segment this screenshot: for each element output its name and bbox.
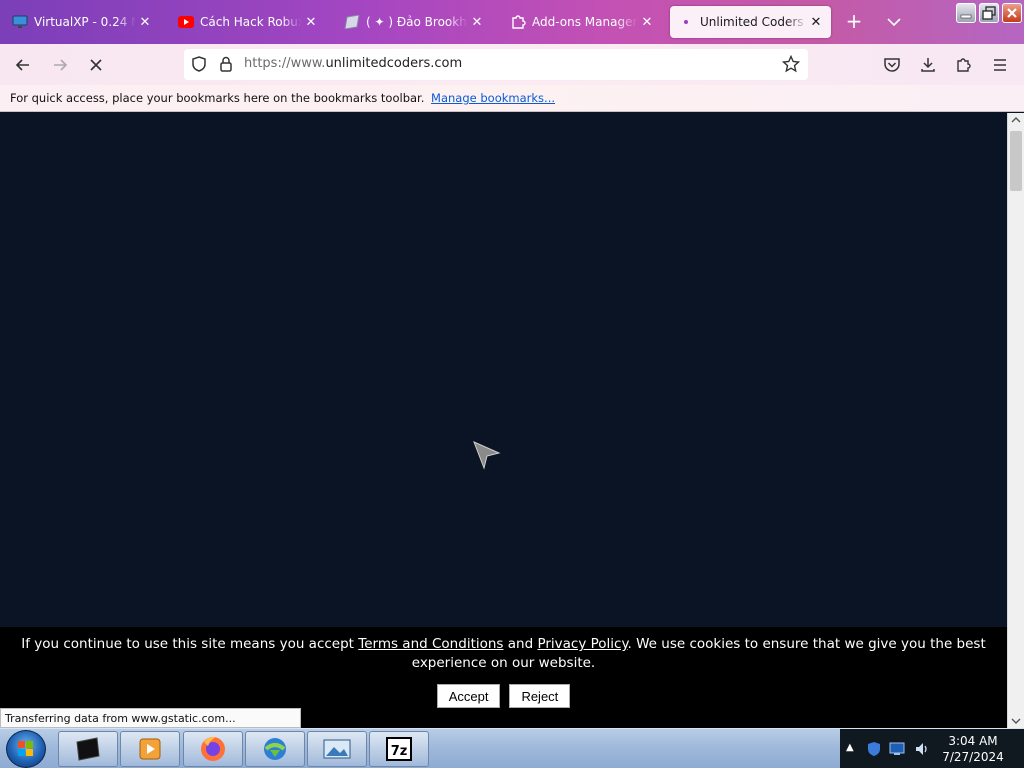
tab-brookhaven[interactable]: ( ✦ ) Đảo Brookhaven ✕ xyxy=(336,6,492,38)
chevron-down-icon xyxy=(887,18,901,27)
downloads-button[interactable] xyxy=(915,52,941,78)
close-tab-icon[interactable]: ✕ xyxy=(640,15,654,30)
puzzle-icon xyxy=(510,14,526,30)
show-hidden-icons-icon[interactable]: ▲ xyxy=(846,742,854,753)
restore-icon xyxy=(982,6,996,20)
arrow-left-icon xyxy=(15,59,29,71)
tab-title: ( ✦ ) Đảo Brookhaven xyxy=(366,15,468,29)
bookmark-star-icon[interactable] xyxy=(781,54,801,77)
scroll-up-icon[interactable] xyxy=(1011,115,1021,125)
tab-title: VirtualXP - 0.24 MIPS xyxy=(34,15,136,29)
accept-cookies-button[interactable]: Accept xyxy=(436,684,501,708)
tab-title: Add-ons Manager xyxy=(532,15,638,29)
taskbar-terminal[interactable] xyxy=(58,731,118,767)
close-tab-icon[interactable]: ✕ xyxy=(470,15,484,30)
privacy-policy-link[interactable]: Privacy Policy xyxy=(537,636,627,652)
taskbar-firefox[interactable] xyxy=(183,731,243,767)
app-menu-button[interactable] xyxy=(987,52,1013,78)
cookie-message: If you continue to use this site means y… xyxy=(10,635,997,673)
clock-time: 3:04 AM xyxy=(948,734,998,748)
scroll-down-icon[interactable] xyxy=(1011,716,1021,726)
shield-tray-icon[interactable] xyxy=(866,741,882,757)
shield-icon[interactable] xyxy=(190,55,208,77)
monitor-icon xyxy=(12,14,28,30)
7zip-label: 7z xyxy=(391,744,408,759)
url-domain: unlimitedcoders.com xyxy=(325,56,463,71)
taskbar-internet-download-manager[interactable] xyxy=(245,731,305,767)
photo-viewer-icon xyxy=(323,739,351,759)
url-prefix: https://www. xyxy=(244,56,326,71)
pocket-button[interactable] xyxy=(879,52,905,78)
7zip-icon: 7z xyxy=(386,737,412,761)
url-bar[interactable]: https://www.unlimitedcoders.com xyxy=(184,49,808,80)
taskbar-photo-viewer[interactable] xyxy=(307,731,367,767)
minimize-button[interactable] xyxy=(956,3,976,23)
taskbar-media-player[interactable] xyxy=(120,731,180,767)
start-button[interactable] xyxy=(6,730,46,768)
terminal-icon xyxy=(76,737,100,761)
pocket-icon xyxy=(884,58,900,72)
youtube-icon xyxy=(178,14,194,30)
manage-bookmarks-link[interactable]: Manage bookmarks... xyxy=(431,91,555,105)
media-player-icon xyxy=(139,738,161,760)
speaker-icon[interactable] xyxy=(914,741,930,757)
cookie-buttons: Accept Reject xyxy=(0,684,1007,708)
stop-loading-button[interactable] xyxy=(83,52,109,78)
restore-button[interactable] xyxy=(979,3,999,23)
navigation-toolbar: https://www.unlimitedcoders.com xyxy=(0,44,1024,85)
bookmarks-toolbar: For quick access, place your bookmarks h… xyxy=(0,85,1024,112)
back-button[interactable] xyxy=(10,52,36,78)
network-icon[interactable] xyxy=(888,741,906,757)
cookie-text-and: and xyxy=(503,636,538,652)
url-text[interactable]: https://www.unlimitedcoders.com xyxy=(244,56,462,71)
tab-title: Unlimited Coders - Unlimited xyxy=(700,15,807,29)
close-icon xyxy=(1007,8,1017,18)
close-tab-icon[interactable]: ✕ xyxy=(304,15,318,30)
puzzle-icon xyxy=(957,58,971,72)
close-window-button[interactable] xyxy=(1002,3,1022,23)
tab-youtube[interactable]: Cách Hack Robux Thành Công ✕ xyxy=(170,6,326,38)
tab-unlimited-coders[interactable]: Unlimited Coders - Unlimited ✕ xyxy=(670,6,831,38)
list-all-tabs-button[interactable] xyxy=(885,13,903,31)
forward-button[interactable] xyxy=(47,52,73,78)
clock[interactable]: 3:04 AM 7/27/2024 xyxy=(935,733,1011,765)
taskbar-7zip[interactable]: 7z xyxy=(369,731,429,767)
scrollbar-thumb[interactable] xyxy=(1010,131,1022,191)
bookmarks-message: For quick access, place your bookmarks h… xyxy=(10,91,425,105)
lock-icon[interactable] xyxy=(218,55,234,77)
loading-dot-icon xyxy=(678,14,694,30)
terms-link[interactable]: Terms and Conditions xyxy=(358,636,503,652)
status-bar: Transferring data from www.gstatic.com..… xyxy=(0,708,301,728)
minimize-icon xyxy=(960,14,972,19)
tab-addons-manager[interactable]: Add-ons Manager ✕ xyxy=(502,6,662,38)
arrow-right-icon xyxy=(54,59,68,71)
tab-virtualxp[interactable]: VirtualXP - 0.24 MIPS ✕ xyxy=(4,6,160,38)
firefox-icon xyxy=(201,736,225,761)
extensions-button[interactable] xyxy=(951,52,977,78)
clock-date: 7/27/2024 xyxy=(942,750,1004,764)
close-tab-icon[interactable]: ✕ xyxy=(138,15,152,30)
cookie-text-before: If you continue to use this site means y… xyxy=(21,636,359,652)
close-tab-icon[interactable]: ✕ xyxy=(809,15,823,30)
download-icon xyxy=(921,58,935,72)
new-tab-button[interactable]: + xyxy=(843,11,865,33)
reject-cookies-button[interactable]: Reject xyxy=(509,684,571,708)
taskbar: 7z ▲ 3:04 AM 7/27/2024 xyxy=(0,728,1024,768)
stop-icon xyxy=(90,59,102,71)
tab-strip: VirtualXP - 0.24 MIPS ✕ Cách Hack Robux … xyxy=(0,0,1024,44)
hamburger-menu-icon xyxy=(994,59,1006,71)
page-icon xyxy=(344,14,360,30)
tab-title: Cách Hack Robux Thành Công xyxy=(200,15,302,29)
windows-logo-icon xyxy=(18,741,33,756)
vertical-scrollbar[interactable] xyxy=(1007,113,1024,728)
internet-download-icon xyxy=(264,738,286,760)
mouse-pointer-icon xyxy=(472,440,502,474)
